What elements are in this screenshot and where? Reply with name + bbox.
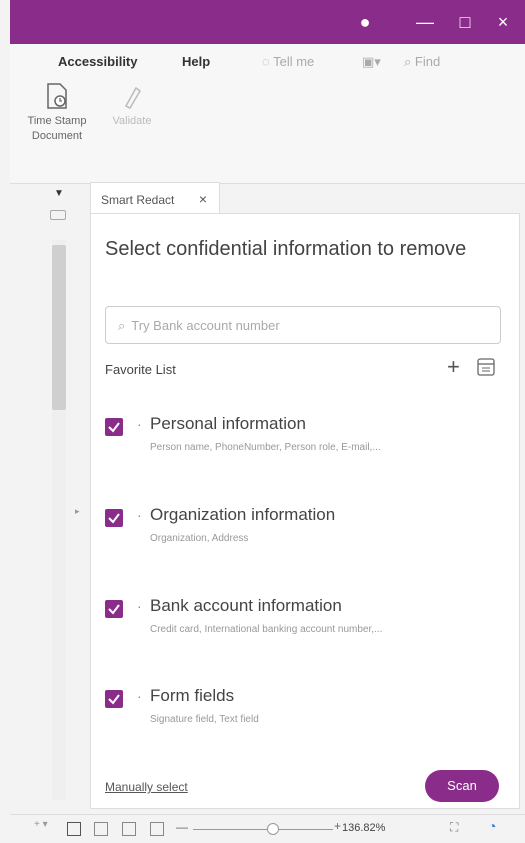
scroll-arrows-icon[interactable]: + ▾	[34, 819, 48, 830]
check-icon	[108, 513, 120, 524]
time-stamp-label: Time Stamp Document	[27, 115, 87, 142]
item-title: Organization information	[150, 505, 336, 524]
tab-strip: Smart Redact ×	[90, 178, 520, 214]
reading-mode-icon[interactable]: ◔	[488, 818, 496, 834]
expand-arrow-icon[interactable]: ▸	[75, 506, 80, 517]
zoom-out-icon[interactable]: —	[176, 820, 188, 834]
validate-icon	[124, 86, 141, 109]
search-icon: ⌕	[118, 318, 126, 333]
item-description: Person name, PhoneNumber, Person role, E…	[150, 442, 381, 453]
tell-me-label: Tell me	[273, 54, 315, 69]
menu-accessibility[interactable]: Accessibility	[58, 54, 138, 69]
menu-help[interactable]: Help	[182, 54, 210, 69]
two-page-continuous-view-icon[interactable]	[150, 822, 164, 836]
close-tab-icon[interactable]: ×	[199, 191, 207, 207]
check-icon	[108, 694, 120, 705]
status-bar: + ▾ — + 136.82% ⛶ ◔	[10, 814, 525, 843]
find-label: Find	[414, 54, 441, 69]
smart-redact-panel: Select confidential information to remov…	[90, 213, 520, 809]
search-icon: ⌕	[404, 54, 415, 69]
time-stamp-document-button[interactable]: Time Stamp Document	[12, 82, 102, 144]
view-options-icon[interactable]: ▣▾	[362, 54, 381, 70]
timestamp-document-icon	[47, 83, 67, 109]
item-title: Bank account information	[150, 596, 342, 615]
add-favorite-icon[interactable]: +	[447, 354, 460, 380]
fit-page-icon[interactable]: ⛶	[450, 820, 458, 835]
zoom-in-icon[interactable]: +	[334, 819, 341, 833]
bullet-icon: ·	[137, 416, 142, 432]
tell-me-search[interactable]: ◌ Tell me	[262, 54, 314, 69]
bullet-icon: ·	[137, 507, 142, 523]
bullet-icon: ·	[137, 598, 142, 614]
zoom-slider-track[interactable]	[193, 829, 333, 830]
favorite-list-label: Favorite List	[105, 362, 176, 377]
tab-smart-redact[interactable]: Smart Redact ×	[90, 182, 220, 214]
item-description: Organization, Address	[150, 533, 249, 544]
find-search[interactable]: ⌕ Find	[404, 54, 440, 70]
manually-select-link[interactable]: Manually select	[105, 780, 188, 794]
close-icon[interactable]: ×	[488, 10, 518, 34]
ribbon: Accessibility Help ◌ Tell me ▣▾ ⌕ Find T…	[10, 44, 525, 184]
validate-button[interactable]: Validate	[102, 82, 162, 129]
account-icon[interactable]: ●	[350, 10, 380, 34]
validate-label: Validate	[112, 115, 152, 127]
search-input[interactable]: ⌕ Try Bank account number	[105, 306, 501, 344]
checkbox[interactable]	[105, 600, 123, 618]
left-navigation-bar: ▼ ▸	[10, 184, 90, 814]
bullet-icon: ·	[137, 688, 142, 704]
zoom-slider-thumb[interactable]	[267, 823, 279, 835]
item-description: Signature field, Text field	[150, 714, 259, 725]
tab-label: Smart Redact	[101, 193, 175, 207]
checkbox[interactable]	[105, 509, 123, 527]
item-description: Credit card, International banking accou…	[150, 624, 383, 635]
zoom-level[interactable]: 136.82%	[342, 822, 385, 834]
check-icon	[108, 604, 120, 615]
item-title: Form fields	[150, 686, 235, 705]
check-icon	[108, 422, 120, 433]
checkbox[interactable]	[105, 690, 123, 708]
scan-button[interactable]: Scan	[425, 770, 499, 802]
item-title: Personal information	[150, 414, 306, 433]
scrollbar-thumb[interactable]	[52, 245, 66, 410]
minimize-icon[interactable]: —	[410, 10, 440, 34]
collapse-arrow-icon[interactable]: ▼	[54, 188, 64, 199]
lightbulb-icon: ◌	[262, 54, 274, 69]
panel-icon[interactable]	[50, 210, 66, 220]
title-bar: ● — □ ×	[10, 0, 525, 44]
checkbox[interactable]	[105, 418, 123, 436]
two-page-view-icon[interactable]	[122, 822, 136, 836]
panel-title: Select confidential information to remov…	[105, 238, 467, 260]
maximize-icon[interactable]: □	[450, 10, 480, 34]
manage-favorites-icon[interactable]	[477, 358, 495, 376]
search-placeholder: Try Bank account number	[131, 318, 280, 333]
single-page-view-icon[interactable]	[67, 822, 81, 836]
continuous-view-icon[interactable]	[94, 822, 108, 836]
